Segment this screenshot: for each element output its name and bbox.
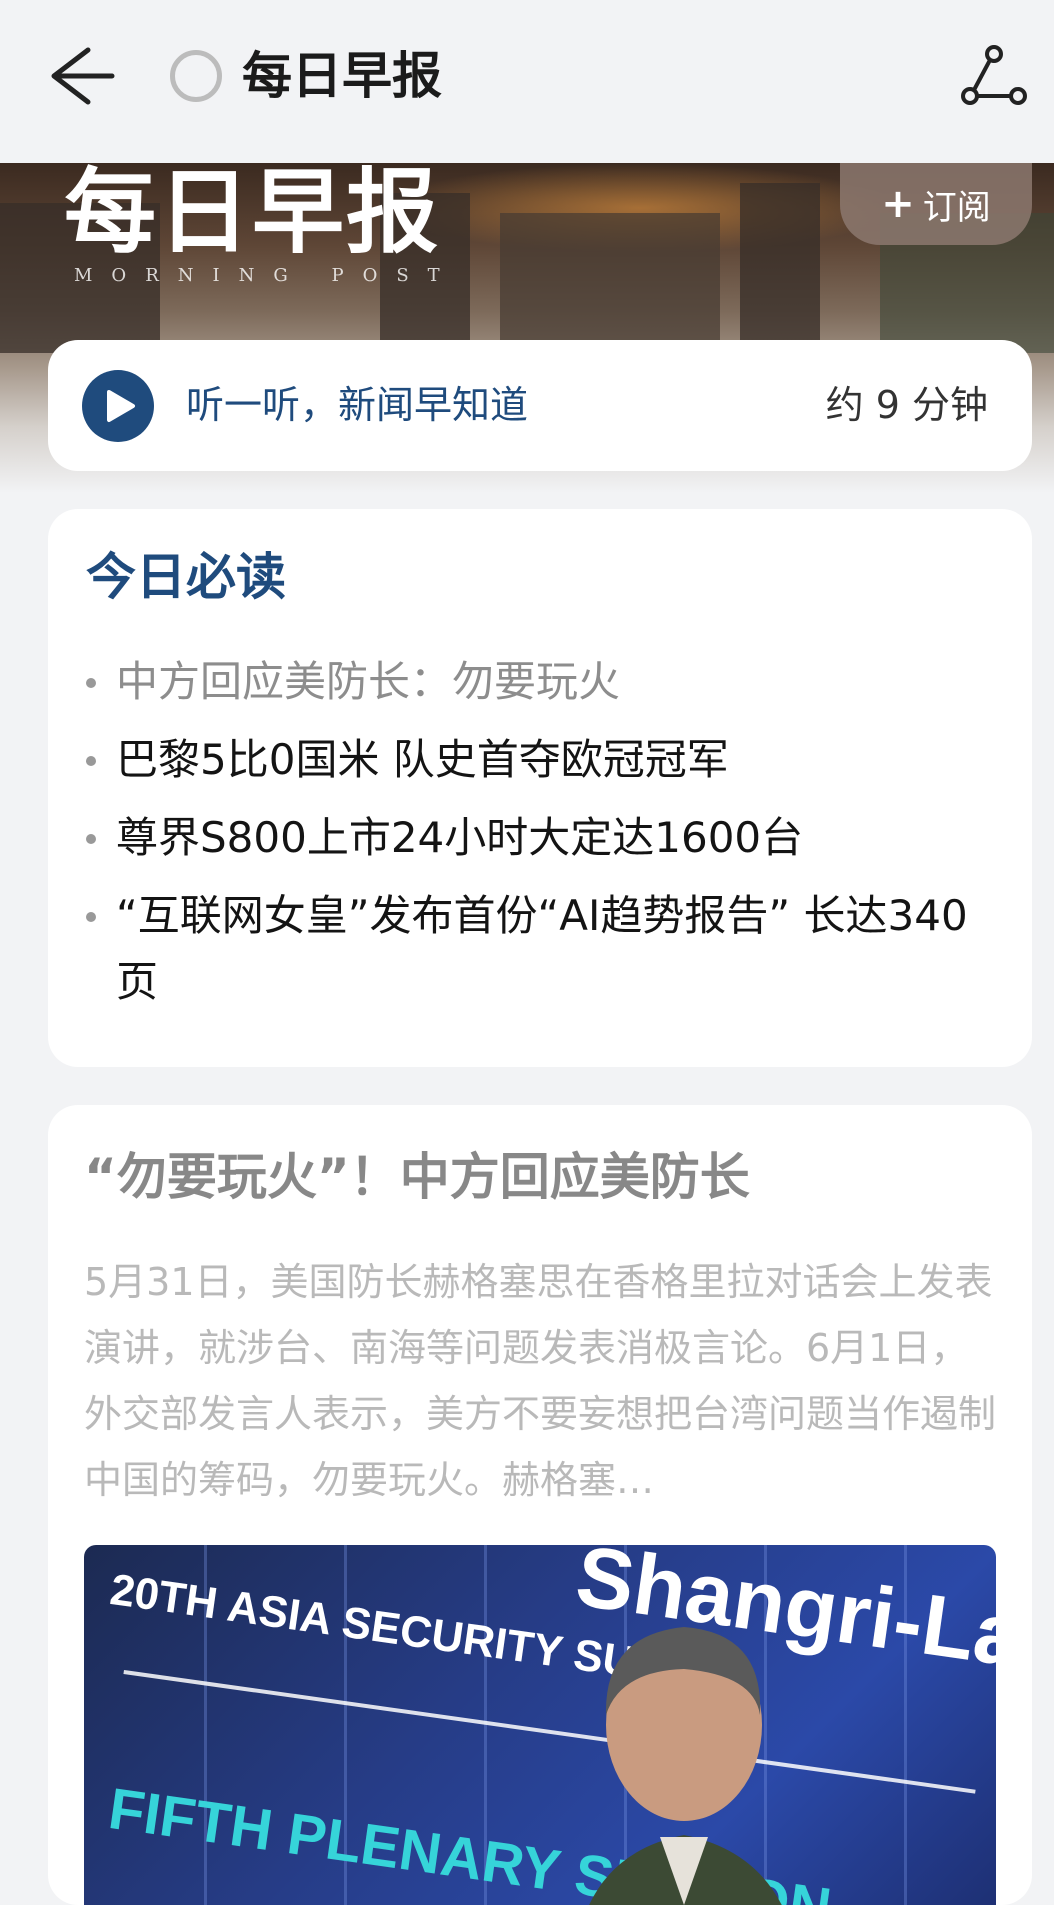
banner-building [500,213,720,353]
must-read-title: 今日必读 [86,548,286,606]
must-read-list: 中方回应美防长：勿要玩火 巴黎5比0国米 队史首夺欧冠冠军 尊界S800上市24… [86,649,1006,1027]
share-button[interactable] [958,44,1028,106]
must-read-item[interactable]: 中方回应美防长：勿要玩火 [86,649,1006,715]
back-button[interactable] [44,40,124,110]
article-image[interactable]: 20TH ASIA SECURITY SUMMIT Shangri-La Dia… [84,1545,996,1905]
must-read-item[interactable]: 巴黎5比0国米 队史首夺欧冠冠军 [86,727,1006,793]
page-title: 每日早报 [242,47,442,105]
arrow-left-icon [51,47,115,105]
article-card[interactable]: “勿要玩火”！中方回应美防长 5月31日，美国防长赫格塞思在香格里拉对话会上发表… [48,1105,1032,1905]
article-summary: 5月31日，美国防长赫格塞思在香格里拉对话会上发表演讲，就涉台、南海等问题发表消… [84,1260,997,1502]
top-bar: 每日早报 [0,0,1054,163]
morning-post-logo: 每日早报 [64,163,441,266]
play-button[interactable] [82,370,154,442]
speaker-figure [589,1627,782,1905]
subscribe-button[interactable]: + 订阅 [840,163,1032,245]
listen-duration: 约 9 分钟 [825,383,988,427]
morning-post-logo-en: MORNING POST [74,265,459,286]
listen-card[interactable]: 听一听，新闻早知道 约 9 分钟 [48,340,1032,471]
article-title[interactable]: “勿要玩火”！中方回应美防长 [84,1145,750,1209]
plus-icon: + [881,181,915,227]
must-read-card: 今日必读 中方回应美防长：勿要玩火 巴黎5比0国米 队史首夺欧冠冠军 尊界S80… [48,509,1032,1067]
must-read-item[interactable]: 尊界S800上市24小时大定达1600台 [86,805,1006,871]
listen-label: 听一听，新闻早知道 [186,383,529,427]
must-read-item[interactable]: “互联网女皇”发布首份“AI趋势报告” 长达340页 [86,883,1006,1015]
banner-building [740,183,820,353]
subscribe-label: 订阅 [922,187,991,228]
share-icon [961,45,1027,105]
play-icon [107,390,135,422]
image-divider [123,1670,976,1794]
select-radio[interactable] [170,50,222,102]
